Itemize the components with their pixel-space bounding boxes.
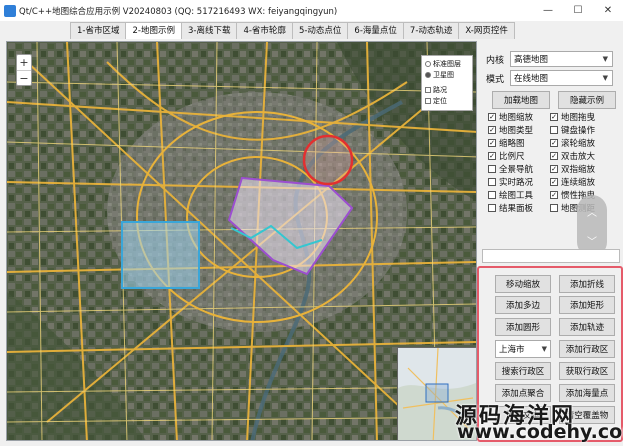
search-district-button[interactable]: 搜索行政区 (495, 362, 551, 380)
checkbox-map-type[interactable]: ✓ 地图类型 (488, 124, 533, 136)
checkbox-continuous-zoom[interactable]: ✓ 连续缩放 (550, 176, 595, 188)
output-field[interactable] (482, 249, 620, 263)
app-icon (4, 4, 16, 17)
tab-province-region[interactable]: 1-省市区域 (70, 22, 127, 39)
get-district-button[interactable]: 获取行政区 (559, 362, 615, 380)
title-bar: Qt/C++地图综合应用示例 V20240803 (QQ: 517216493 … (0, 0, 623, 21)
add-polygon-button[interactable]: 添加多边 (495, 296, 551, 314)
checkbox-icon (488, 204, 496, 212)
checked-icon: ✓ (550, 138, 558, 147)
tab-dynamic-points[interactable]: 5-动态点位 (291, 22, 349, 39)
checkbox-panorama[interactable]: 全景导航 (488, 163, 533, 175)
close-button[interactable]: ✕ (593, 0, 623, 21)
checkbox-icon (425, 86, 431, 93)
overlay-traffic[interactable]: 路况 (425, 84, 469, 95)
checkbox-keyboard[interactable]: 键盘操作 (550, 124, 595, 136)
checkbox-icon (488, 165, 496, 173)
checkbox-pinch-zoom[interactable]: ✓ 双指缩放 (550, 163, 595, 175)
chevron-down-icon: ▼ (541, 345, 547, 353)
checkbox-result-panel[interactable]: 结果面板 (488, 202, 533, 214)
checked-icon: ✓ (488, 151, 496, 160)
checked-icon: ✓ (550, 177, 558, 186)
city-select[interactable]: 上海市 ▼ (495, 340, 551, 358)
map-view[interactable]: + − 标准图层 卫星图 路况 定位 (6, 41, 477, 441)
checkbox-draw-tools[interactable]: 绘图工具 (488, 189, 533, 201)
checkbox-icon (488, 178, 496, 186)
checkbox-dblclick-zoom[interactable]: ✓ 双击放大 (550, 150, 595, 162)
tab-map-demo[interactable]: 2-地图示例 (125, 22, 182, 39)
hide-demo-button[interactable]: 隐藏示例 (558, 91, 616, 109)
map-type-standard[interactable]: 标准图层 (425, 58, 469, 69)
map-type-satellite[interactable]: 卫星图 (425, 69, 469, 80)
kernel-select[interactable]: 高德地图 ▼ (510, 51, 613, 67)
mode-row: 模式 在线地图 ▼ (486, 70, 613, 86)
map-type-panel: 标准图层 卫星图 路况 定位 (421, 55, 473, 111)
window-controls: — ☐ ✕ (533, 0, 623, 21)
tab-bar: 1-省市区域 2-地图示例 3-离线下载 4-省市轮廓 5-动态点位 6-海量点… (70, 22, 515, 39)
radio-icon (425, 60, 431, 67)
checked-icon: ✓ (550, 164, 558, 173)
checked-icon: ✓ (550, 190, 558, 199)
checked-icon: ✓ (550, 151, 558, 160)
checkbox-traffic[interactable]: 实时路况 (488, 176, 533, 188)
checkbox-icon (550, 204, 558, 212)
kernel-label: 内核 (486, 55, 505, 66)
checkbox-map-zoom[interactable]: ✓ 地图缩放 (488, 111, 533, 123)
add-circle-button[interactable]: 添加圆形 (495, 318, 551, 336)
add-district-button[interactable]: 添加行政区 (559, 340, 615, 358)
chevron-down-icon: ▼ (602, 74, 608, 82)
mode-select[interactable]: 在线地图 ▼ (510, 70, 613, 86)
kernel-row: 内核 高德地图 ▼ (486, 51, 613, 67)
maximize-button[interactable]: ☐ (563, 0, 593, 21)
minimize-button[interactable]: — (533, 0, 563, 21)
mode-label: 模式 (486, 74, 505, 85)
checked-icon: ✓ (488, 138, 496, 147)
checkbox-icon (488, 191, 496, 199)
tab-province-outline[interactable]: 4-省市轮廓 (236, 22, 293, 39)
add-trajectory-button[interactable]: 添加轨迹 (559, 318, 615, 336)
scroll-pill[interactable]: ︿ ﹀ (577, 195, 607, 257)
checkbox-map-drag[interactable]: ✓ 地图拖曳 (550, 111, 595, 123)
chevron-down-icon: ▼ (602, 55, 608, 63)
zoom-out-button[interactable]: − (17, 70, 31, 85)
checkbox-icon (550, 126, 558, 134)
zoom-control: + − (16, 54, 32, 86)
add-polyline-button[interactable]: 添加折线 (559, 275, 615, 293)
tab-web-control[interactable]: X-网页控件 (458, 22, 515, 39)
control-panel: 内核 高德地图 ▼ 模式 在线地图 ▼ 加载地图 隐藏示例 ✓ 地图缩放 ✓ 地图拖… (477, 41, 623, 446)
watermark-url: www.codehy.com (457, 421, 623, 443)
checkbox-icon (425, 97, 431, 104)
chevron-down-icon[interactable]: ﹀ (577, 233, 607, 248)
tab-massive-points[interactable]: 6-海量点位 (347, 22, 404, 39)
window-title: Qt/C++地图综合应用示例 V20240803 (QQ: 517216493 … (19, 6, 338, 17)
load-map-button[interactable]: 加载地图 (492, 91, 550, 109)
checkbox-scroll-zoom[interactable]: ✓ 滚轮缩放 (550, 137, 595, 149)
move-zoom-button[interactable]: 移动缩放 (495, 275, 551, 293)
chevron-up-icon[interactable]: ︿ (577, 204, 607, 219)
zoom-in-button[interactable]: + (17, 55, 31, 70)
checked-icon: ✓ (488, 112, 496, 121)
tab-dynamic-track[interactable]: 7-动态轨迹 (402, 22, 460, 39)
checkbox-scale[interactable]: ✓ 比例尺 (488, 150, 525, 162)
overlay-location[interactable]: 定位 (425, 95, 469, 106)
checkbox-thumbnail[interactable]: ✓ 缩略图 (488, 137, 525, 149)
checked-icon: ✓ (550, 112, 558, 121)
add-rectangle-button[interactable]: 添加矩形 (559, 296, 615, 314)
tab-offline-download[interactable]: 3-离线下载 (180, 22, 238, 39)
radio-selected-icon (425, 71, 431, 78)
checked-icon: ✓ (488, 125, 496, 134)
